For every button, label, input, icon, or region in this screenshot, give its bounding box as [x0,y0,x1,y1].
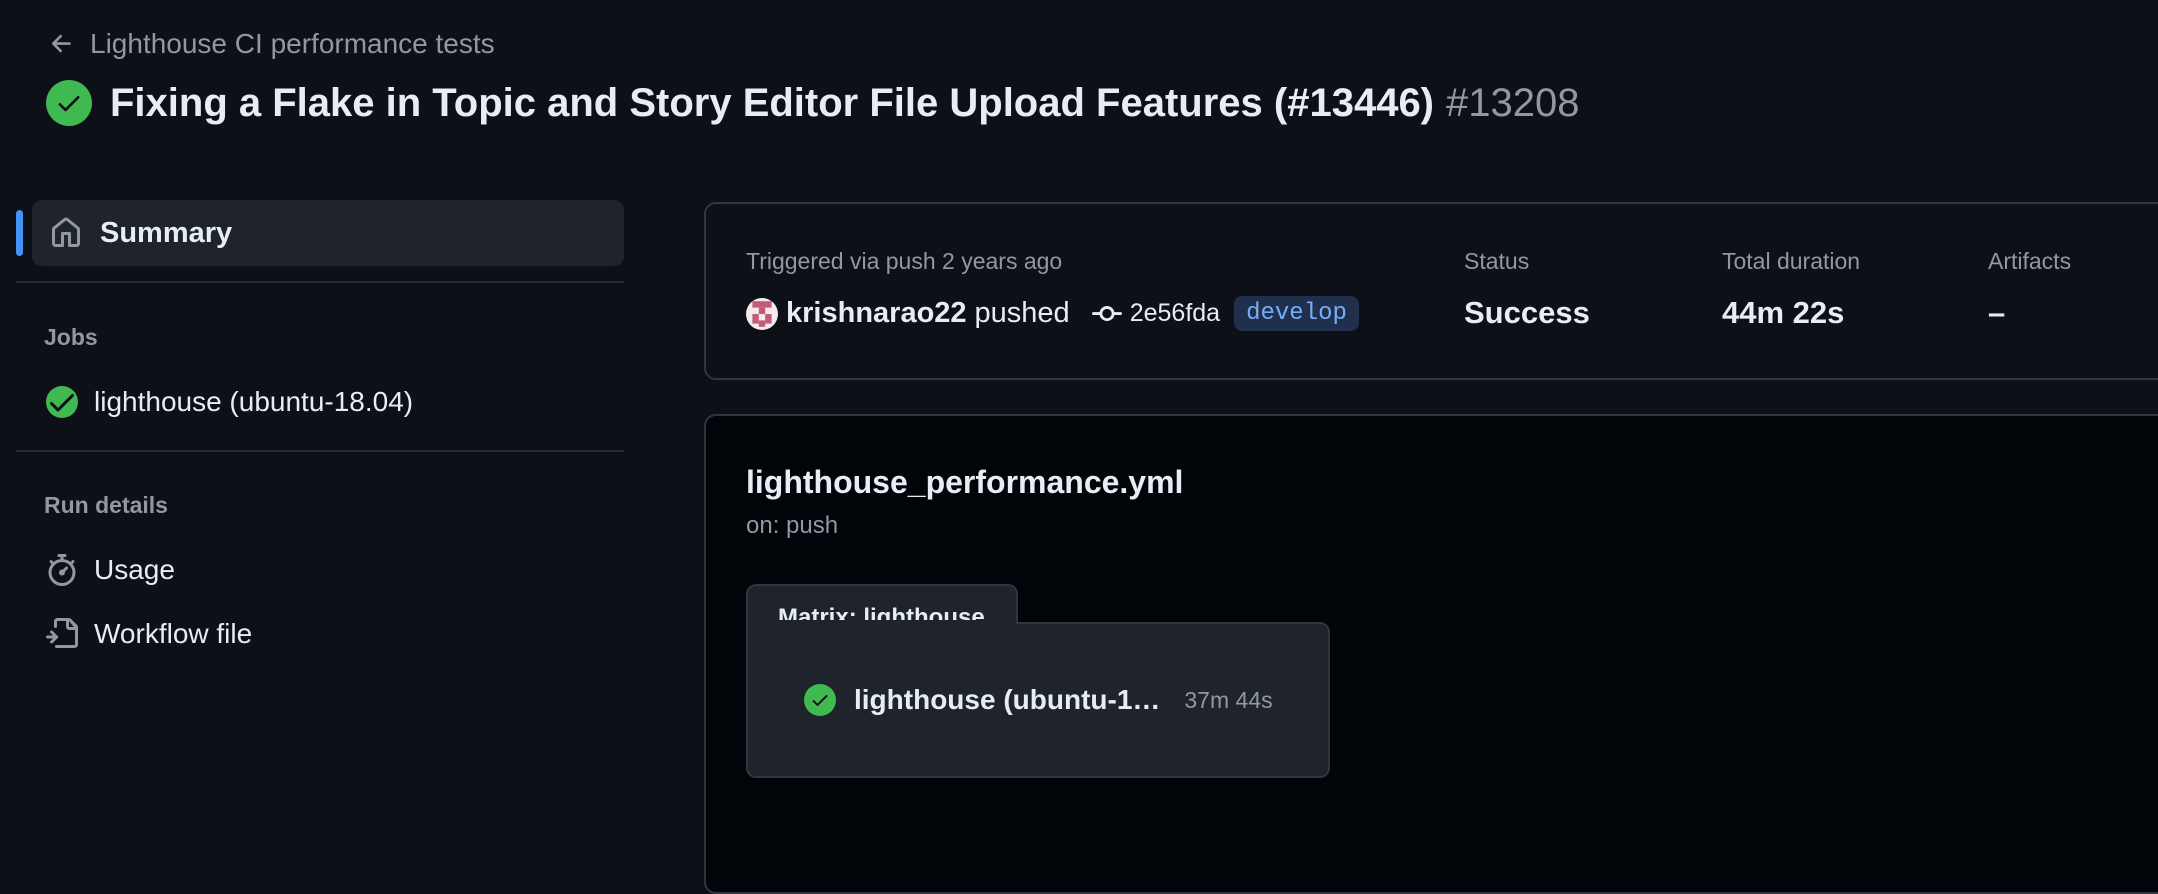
sidebar-item-summary[interactable]: Summary [32,200,624,266]
sidebar-item-job[interactable]: lighthouse (ubuntu-18.04) [46,386,413,418]
run-summary-card: Triggered via push 2 years ago krishnara… [704,202,2158,380]
success-check-icon [46,386,78,418]
arrow-left-icon [51,34,71,53]
git-commit-icon [1091,305,1122,321]
divider [16,281,624,283]
trigger-text: Triggered via push 2 years ago [746,248,1063,274]
run-number: #13208 [1446,80,1580,125]
artifacts-value: – [1988,295,2006,330]
artifacts-label: Artifacts [1988,248,2072,274]
matrix-job-name: lighthouse (ubuntu-1… [854,684,1161,715]
workflow-file-name[interactable]: lighthouse_performance.yml [746,464,1183,501]
status-stat: Status Success [1464,248,1590,331]
job-label: lighthouse (ubuntu-18.04) [94,386,414,417]
status-value: Success [1464,295,1590,330]
usage-label: Usage [94,554,175,585]
duration-stat: Total duration 44m 22s [1722,248,1860,331]
back-link-label: Lighthouse CI performance tests [90,28,495,59]
divider [16,450,624,452]
status-label: Status [1464,248,1530,274]
duration-value: 44m 22s [1722,295,1845,330]
back-link[interactable]: Lighthouse CI performance tests [48,28,495,60]
jobs-heading: Jobs [44,324,98,350]
matrix-job-duration: 37m 44s [1184,686,1273,713]
run-details-heading: Run details [44,492,168,518]
commit-sha-link[interactable]: 2e56fda [1130,299,1220,328]
home-icon [52,217,80,247]
matrix-box: lighthouse (ubuntu-1… 37m 44s [746,622,1330,778]
pusher-row: krishnarao22 pushed 2e56fda develop [746,296,1359,331]
page-title: Fixing a Flake in Topic and Story Editor… [110,80,1435,125]
pusher-link[interactable]: krishnarao22 [786,297,967,330]
sidebar-item-label: Summary [100,216,233,249]
workflow-file-label: Workflow file [94,618,253,649]
stopwatch-icon [48,554,76,586]
branch-badge[interactable]: develop [1234,296,1359,331]
duration-label: Total duration [1722,248,1861,274]
pushed-text: pushed [974,297,1070,329]
success-check-icon [804,684,836,716]
sidebar-item-workflow-file[interactable]: Workflow file [46,618,252,650]
avatar[interactable] [746,297,778,330]
file-code-icon [46,618,78,648]
matrix-tab-joint [748,620,1016,626]
artifacts-stat: Artifacts – [1988,248,2071,331]
workflow-graph: lighthouse_performance.yml on: push Matr… [704,414,2158,894]
sidebar-item-usage[interactable]: Usage [46,554,175,586]
active-indicator [16,210,23,256]
success-check-icon [46,80,92,126]
matrix-job[interactable]: lighthouse (ubuntu-1… 37m 44s [804,684,1273,716]
page-title-row: Fixing a Flake in Topic and Story Editor… [46,80,1580,126]
workflow-trigger: on: push [746,512,839,539]
